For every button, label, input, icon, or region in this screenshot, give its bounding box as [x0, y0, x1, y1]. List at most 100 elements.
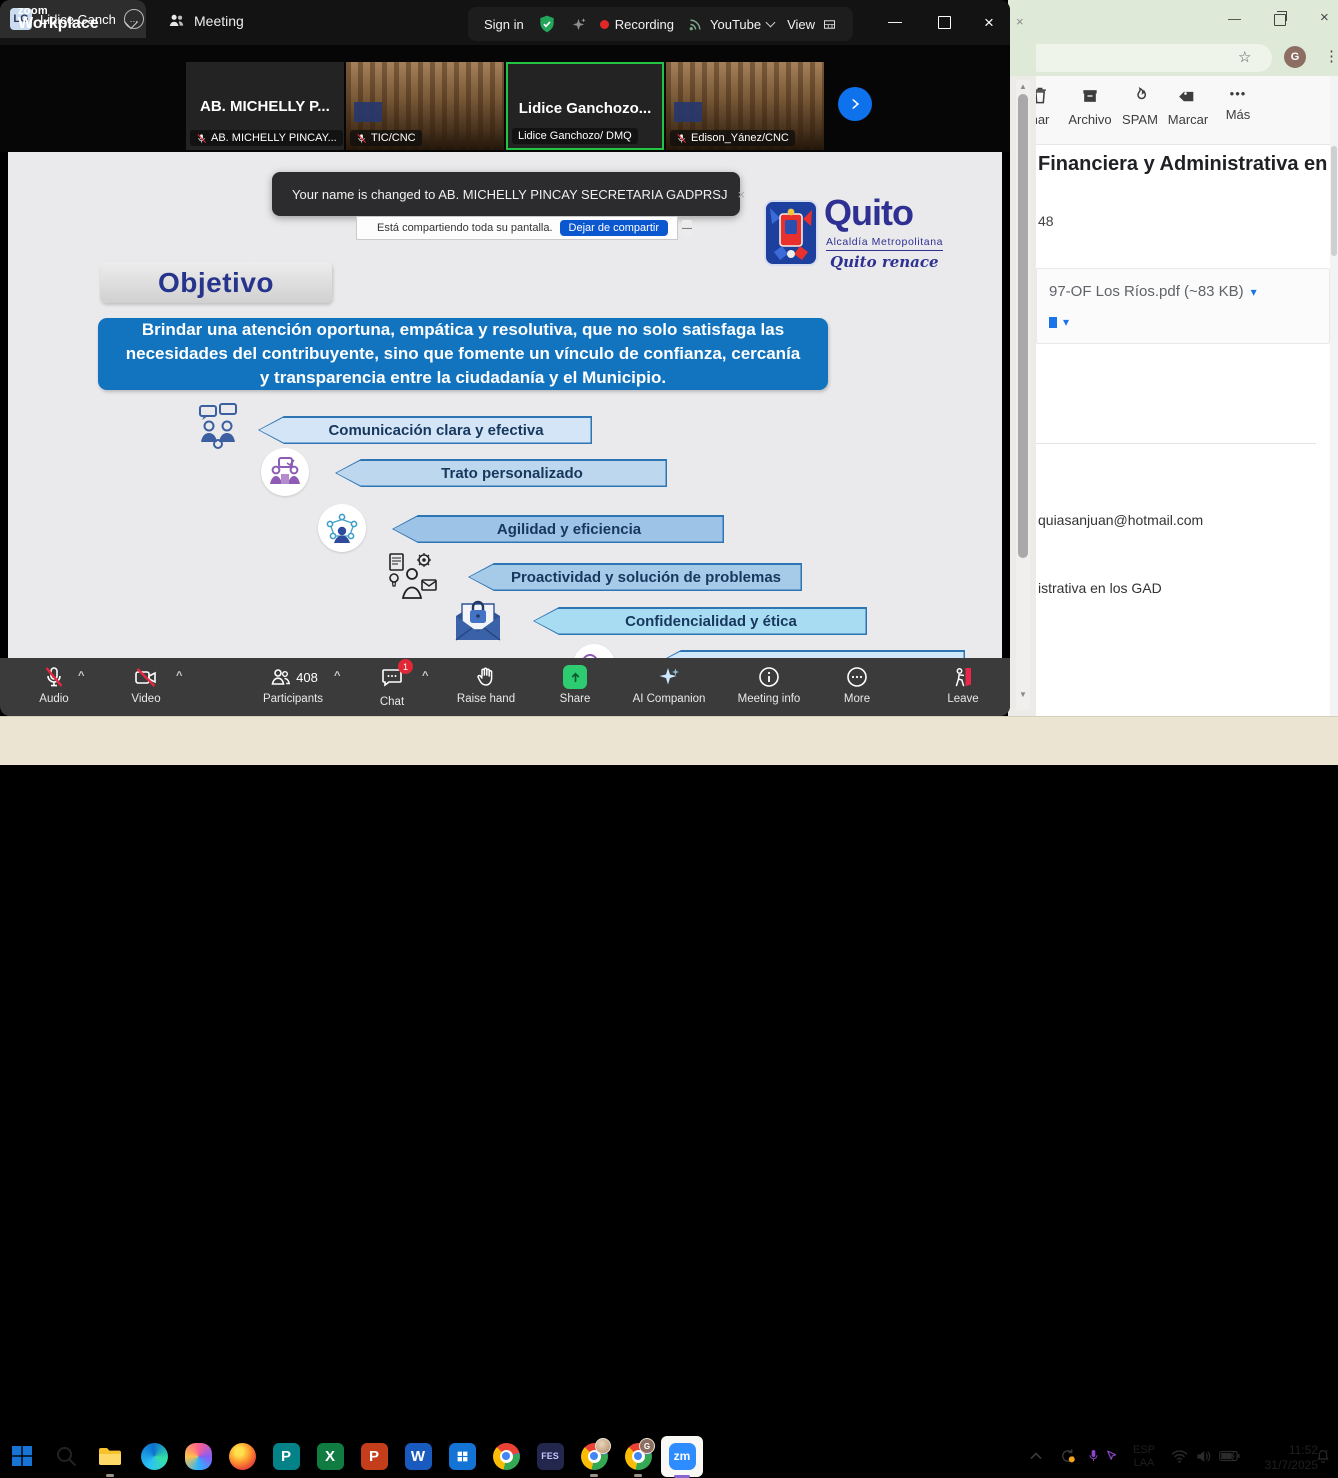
browser-profile-avatar[interactable]: G — [1284, 46, 1306, 68]
firefox-button[interactable] — [227, 1441, 257, 1471]
edge-button[interactable] — [139, 1441, 169, 1471]
email-subject: Financiera y Administrativa en — [1038, 153, 1327, 176]
ai-companion-button[interactable]: AI Companion — [614, 665, 724, 705]
profile-g-avatar: G — [639, 1438, 655, 1454]
fes-app-button[interactable]: FES — [535, 1441, 565, 1471]
scroll-up-icon[interactable]: ▲ — [1016, 82, 1030, 92]
mic-tray-icon[interactable] — [1084, 1441, 1102, 1471]
sharing-message: Está compartiendo toda su pantalla. — [377, 222, 553, 234]
tab-meeting[interactable]: Meeting — [167, 11, 244, 30]
attachment-dropdown-icon[interactable]: ▾ — [1251, 285, 1257, 299]
cursor-tray-icon[interactable] — [1102, 1441, 1120, 1471]
audio-button[interactable]: Audio — [24, 665, 84, 705]
copilot-button[interactable] — [183, 1441, 213, 1471]
youtube-stream-button[interactable]: YouTube — [687, 16, 774, 33]
mail-spam-button[interactable]: SPAM — [1114, 86, 1166, 127]
list-arrow: Comunicación clara y efectiva — [258, 416, 592, 444]
quito-crest-logo — [764, 200, 818, 266]
scrollbar-thumb[interactable] — [1018, 94, 1028, 558]
participant-tile-active[interactable]: Lidice Ganchozo... Lidice Ganchozo/ DMQ — [506, 62, 664, 150]
chat-button[interactable]: 1 Chat — [362, 665, 422, 708]
name-change-toast: Your name is changed to AB. MICHELLY PIN… — [272, 172, 740, 216]
attachment-dropdown-icon-2[interactable]: ▾ — [1063, 315, 1069, 329]
browser-restore-icon[interactable] — [1274, 14, 1286, 26]
running-indicator — [590, 1474, 598, 1477]
window-maximize-icon[interactable] — [938, 16, 951, 29]
chrome-profile-button[interactable] — [579, 1441, 609, 1471]
bookmark-star-icon[interactable]: ☆ — [1238, 48, 1251, 66]
address-bar[interactable] — [1026, 44, 1272, 72]
meeting-info-button[interactable]: Meeting info — [724, 665, 814, 705]
strip-scrollbar[interactable]: ▲ ▼ — [1016, 80, 1030, 710]
file-explorer-button[interactable] — [95, 1441, 125, 1471]
recording-indicator: Recording — [600, 17, 674, 32]
leave-icon — [951, 665, 975, 689]
browser-close-icon[interactable]: × — [1320, 11, 1329, 24]
notifications-bell-icon[interactable]: z — [1312, 1441, 1334, 1471]
language-indicator[interactable]: ESP LAA — [1126, 1444, 1162, 1470]
participant-name-label: Edison_Yánez/CNC — [670, 130, 795, 146]
more-dots-icon: ••• — [1230, 86, 1247, 101]
video-options-caret[interactable]: ^ — [176, 670, 182, 682]
video-button[interactable]: Video — [116, 665, 176, 705]
chrome-profile2-button[interactable]: G — [623, 1441, 653, 1471]
clock[interactable]: 11:52 31/7/2025 — [1248, 1443, 1318, 1473]
strip-close-icon[interactable]: × — [1016, 14, 1024, 29]
grid-view-icon — [822, 17, 837, 32]
audio-options-caret[interactable]: ^ — [78, 670, 84, 682]
view-button[interactable]: View — [787, 17, 837, 32]
search-button[interactable] — [51, 1441, 81, 1471]
mail-more-button[interactable]: ••• Más — [1212, 86, 1264, 122]
sparkle-icon[interactable] — [570, 16, 587, 33]
archive-icon — [1080, 86, 1100, 106]
start-button[interactable] — [7, 1441, 37, 1471]
mail-tag-button[interactable]: Marcar — [1162, 86, 1214, 127]
toast-text: Your name is changed to AB. MICHELLY PIN… — [272, 187, 737, 202]
chat-options-caret[interactable]: ^ — [422, 670, 428, 682]
objective-box: Brindar una atención oportuna, empática … — [98, 318, 828, 390]
battery-tray-icon[interactable] — [1216, 1441, 1242, 1471]
chrome-button[interactable] — [491, 1441, 521, 1471]
browser-minimize-icon[interactable]: — — [1228, 12, 1241, 25]
wifi-tray-icon[interactable] — [1168, 1441, 1190, 1471]
participant-name-label: AB. MICHELLY PINCAY... — [190, 130, 343, 146]
attachment-card[interactable]: 97-OF Los Ríos.pdf (~83 KB) ▾ ▾ — [1036, 268, 1330, 344]
participant-tile[interactable]: TIC/CNC — [346, 62, 504, 150]
browser-scrollbar[interactable] — [1330, 76, 1338, 716]
next-participants-button[interactable] — [838, 87, 872, 121]
powerpoint-button[interactable]: P — [359, 1441, 389, 1471]
stop-sharing-button[interactable]: Dejar de compartir — [560, 220, 668, 236]
raise-hand-button[interactable]: Raise hand — [446, 665, 526, 705]
shield-check-icon[interactable] — [537, 14, 557, 34]
share-button[interactable]: Share — [540, 665, 610, 705]
window-minimize-icon[interactable]: — — [888, 13, 902, 29]
communication-icon — [194, 402, 244, 452]
publisher-button[interactable]: P — [271, 1441, 301, 1471]
participant-tile[interactable]: Edison_Yánez/CNC — [666, 62, 824, 150]
sync-tray-icon[interactable] — [1056, 1441, 1080, 1471]
volume-tray-icon[interactable] — [1192, 1441, 1214, 1471]
participants-button[interactable]: 408 Participants — [238, 665, 348, 705]
zoom-app-button[interactable]: zm — [667, 1441, 697, 1471]
word-button[interactable]: W — [403, 1441, 433, 1471]
sign-in-button[interactable]: Sign in — [484, 17, 524, 32]
mail-archive-button[interactable]: Archivo — [1064, 86, 1116, 127]
more-button[interactable]: More — [822, 665, 892, 705]
zoom-titlebar: zoom Workplace Meeting LG Lidice Ganch …… — [0, 0, 1010, 45]
tray-expand-button[interactable] — [1026, 1441, 1046, 1471]
scroll-down-icon[interactable]: ▼ — [1016, 690, 1030, 700]
browser-menu-icon[interactable]: ⋮ — [1324, 47, 1338, 65]
windows-icon — [10, 1444, 34, 1468]
recording-dot-icon — [600, 20, 609, 29]
excel-button[interactable]: X — [315, 1441, 345, 1471]
toast-close-icon[interactable]: × — [737, 187, 759, 202]
participants-options-caret[interactable]: ^ — [334, 670, 340, 682]
leave-button[interactable]: Leave — [928, 665, 998, 705]
window-close-icon[interactable]: × — [984, 13, 994, 33]
search-icon — [54, 1444, 78, 1468]
clipped-link[interactable] — [1049, 317, 1057, 328]
share-bar-minimize-icon[interactable]: — — [682, 220, 692, 236]
attachment-name[interactable]: 97-OF Los Ríos.pdf (~83 KB) — [1049, 283, 1244, 300]
store-button[interactable] — [447, 1441, 477, 1471]
participant-tile[interactable]: AB. MICHELLY P... AB. MICHELLY PINCAY... — [186, 62, 344, 150]
